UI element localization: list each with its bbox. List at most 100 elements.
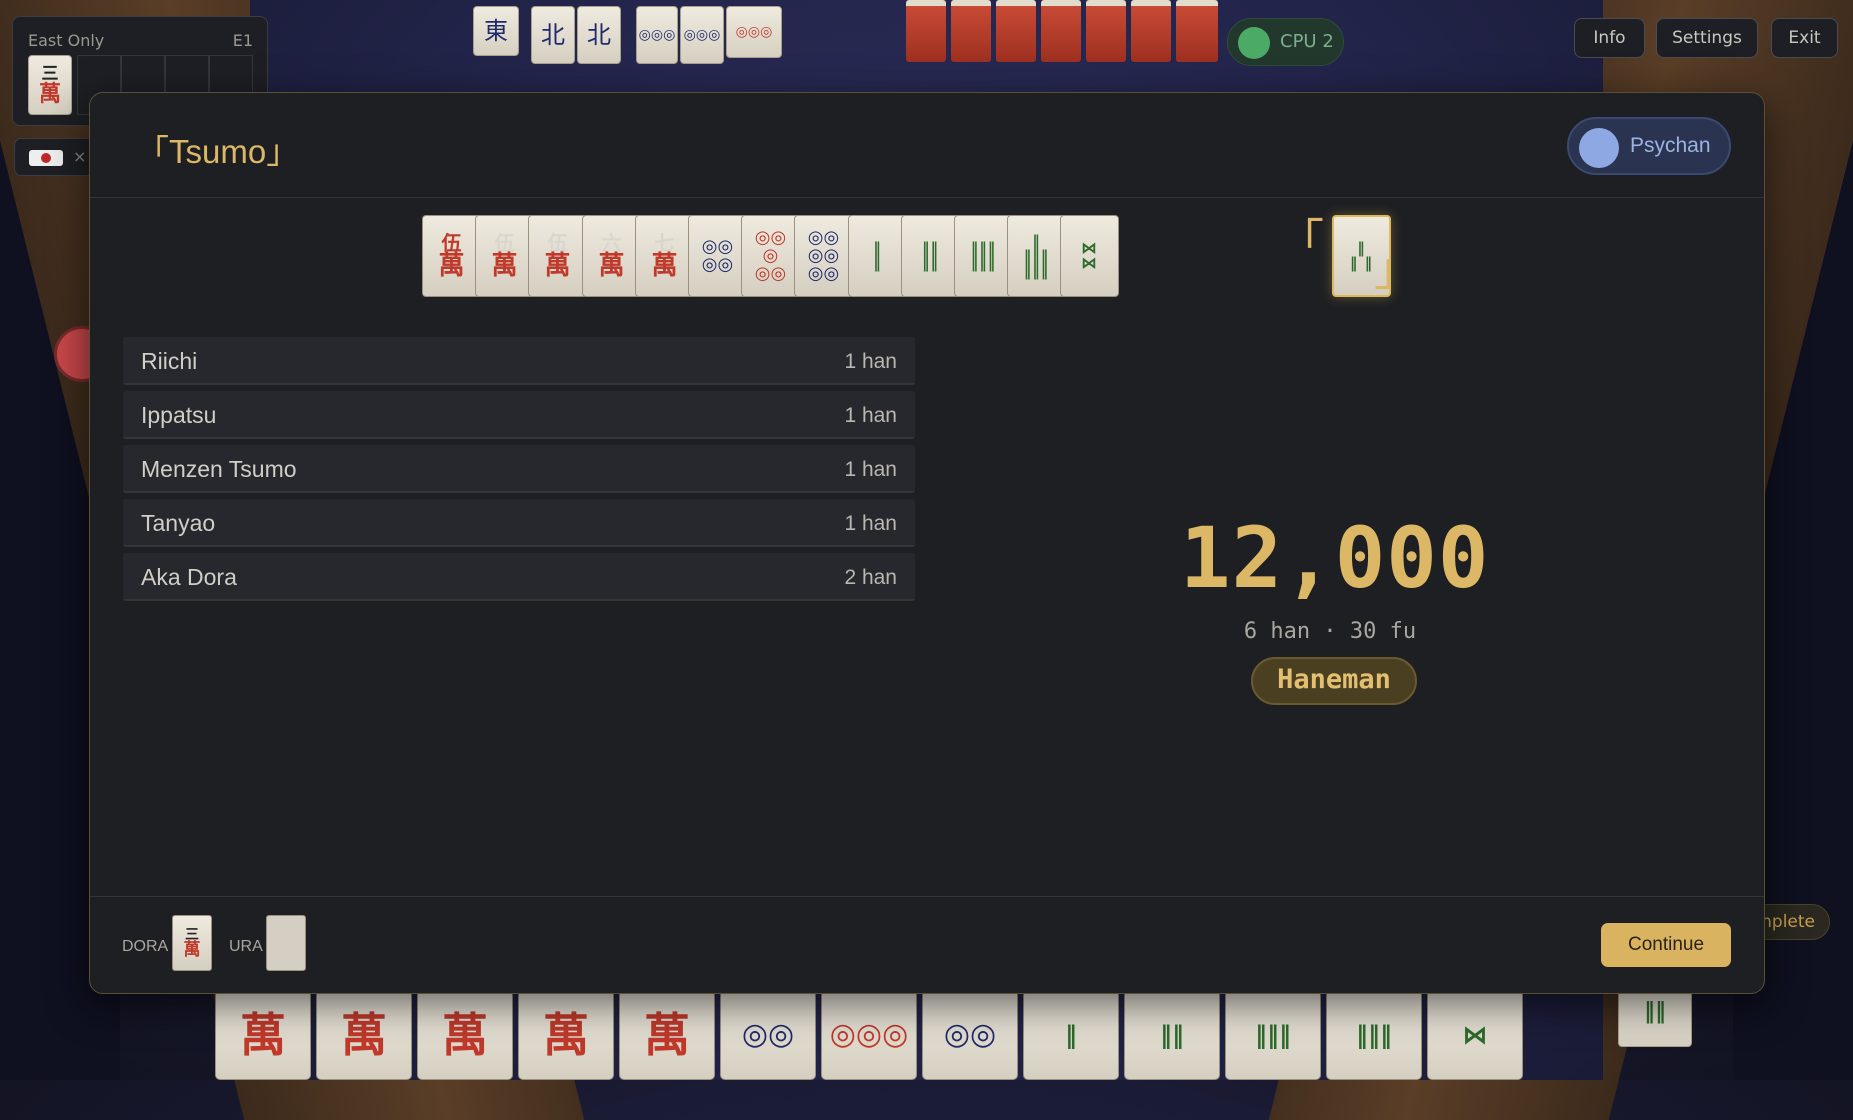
yaku-han: 1 han bbox=[844, 512, 897, 535]
round-dora-tile: 三 萬 bbox=[28, 55, 72, 115]
sou-pattern: ⋈ ⋈ bbox=[1081, 239, 1098, 272]
player-hand-tile[interactable]: ‖‖ bbox=[1124, 990, 1220, 1080]
player-hand-tile[interactable]: 萬 bbox=[215, 990, 311, 1080]
pin-pattern: ◎◎ ◎◎ ◎◎ bbox=[807, 227, 840, 284]
hand-tile: 伍萬 bbox=[475, 215, 534, 297]
winner-chip: Psychan bbox=[1567, 117, 1731, 175]
ura-dora-label: URA bbox=[229, 938, 263, 955]
han-fu-detail: 6 han · 30 fu bbox=[1243, 619, 1417, 644]
dora-label: DORA bbox=[122, 938, 169, 955]
player-hand-tile[interactable]: ‖ bbox=[1023, 990, 1119, 1080]
hand-tile: 六萬 bbox=[582, 215, 641, 297]
tile-number: 伍 bbox=[494, 231, 515, 255]
hand-tile: ◎◎ ◎ ◎◎ bbox=[741, 215, 800, 297]
yaku-row: Ippatsu 1 han bbox=[123, 391, 915, 439]
tile-suit: 萬 bbox=[651, 251, 678, 281]
player-hand-tile[interactable]: 萬 bbox=[518, 990, 614, 1080]
player-hand-tile[interactable]: 萬 bbox=[417, 990, 513, 1080]
yaku-name: Riichi bbox=[141, 348, 198, 374]
hand-tile: ‖ ‖ bbox=[848, 215, 907, 297]
tile-back bbox=[906, 0, 946, 62]
yaku-row: Tanyao 1 han bbox=[123, 499, 915, 547]
yaku-name: Tanyao bbox=[141, 510, 216, 536]
dialog-footer: DORA 三 萬 URA Continue bbox=[90, 896, 1764, 993]
sou-pattern: ‖‖‖ bbox=[1255, 1020, 1291, 1049]
pin-pattern: ◎◎ ◎◎ bbox=[701, 236, 734, 275]
tile-suit: 萬 bbox=[598, 251, 625, 281]
win-result-dialog: 「Tsumo」 Psychan 伍萬伍萬伍萬六萬七萬 ◎◎ ◎◎ ◎◎ ◎ ◎◎ ◎◎… bbox=[89, 92, 1765, 994]
avatar bbox=[1579, 128, 1619, 168]
yaku-row: Menzen Tsumo 1 han bbox=[123, 445, 915, 493]
meld-tile: ◎◎◎ bbox=[726, 6, 782, 58]
tile-suit: 萬 bbox=[491, 251, 518, 281]
tile-number: 伍 bbox=[547, 231, 568, 255]
sou-pattern: ‖ ‖‖‖ ‖‖‖ bbox=[1023, 231, 1050, 280]
sou-pattern: ‖‖ bbox=[1160, 1020, 1184, 1049]
tile-back bbox=[951, 0, 991, 62]
tile-back bbox=[1041, 0, 1081, 62]
hand-tile: 七萬 bbox=[635, 215, 694, 297]
continue-button[interactable]: Continue bbox=[1601, 923, 1731, 967]
tile-suit: 萬 bbox=[341, 1008, 387, 1062]
tile-number: 七 bbox=[654, 231, 675, 255]
sou-pattern: ‖‖‖ ‖‖‖ bbox=[970, 239, 997, 272]
tile-number: 伍 bbox=[441, 231, 462, 255]
pin-pattern: ◎◎◎ bbox=[829, 1017, 909, 1052]
tile-back bbox=[996, 0, 1036, 62]
meld-tile: 北 bbox=[531, 6, 575, 64]
yaku-row: Aka Dora 2 han bbox=[123, 553, 915, 601]
tile-suit: 萬 bbox=[438, 251, 465, 281]
settings-button[interactable]: Settings bbox=[1656, 18, 1758, 58]
hand-tile: 伍萬 bbox=[528, 215, 587, 297]
player-hand-tile[interactable]: ◎◎◎ bbox=[821, 990, 917, 1080]
round-label: East Only bbox=[28, 31, 105, 50]
pin-pattern: ◎◎ ◎ ◎◎ bbox=[754, 227, 787, 284]
tile-number: 六 bbox=[601, 231, 622, 255]
info-button[interactable]: Info bbox=[1574, 18, 1645, 58]
yaku-name: Menzen Tsumo bbox=[141, 456, 297, 482]
winning-tile-bracket-close: 」 bbox=[1374, 242, 1420, 296]
player-hand-tile[interactable]: ◎◎ bbox=[922, 990, 1018, 1080]
avatar bbox=[1238, 27, 1270, 59]
yaku-name: Aka Dora bbox=[141, 564, 237, 590]
player-hand-tile[interactable]: ‖‖‖ bbox=[1225, 990, 1321, 1080]
meld-tile: ◎◎◎ bbox=[680, 6, 724, 64]
sou-pattern: ‖ ‖ bbox=[873, 239, 882, 272]
player-hand-tile[interactable]: ⋈ bbox=[1427, 990, 1523, 1080]
close-icon[interactable]: × bbox=[73, 147, 86, 166]
tile-suit: 萬 bbox=[183, 939, 201, 960]
exit-button[interactable]: Exit bbox=[1771, 18, 1838, 58]
player-hand-tile[interactable]: 萬 bbox=[316, 990, 412, 1080]
tile-suit: 萬 bbox=[38, 80, 61, 107]
sou-pattern: ⋈ bbox=[1463, 1020, 1487, 1049]
player-hand-tile[interactable]: ‖‖‖ bbox=[1326, 990, 1422, 1080]
tile-number: 三 bbox=[41, 63, 59, 84]
dialog-header: 「Tsumo」 Psychan bbox=[90, 93, 1764, 198]
player-hand-tile[interactable]: ◎◎ bbox=[720, 990, 816, 1080]
opponent-name: CPU 2 bbox=[1280, 31, 1334, 52]
yaku-han: 1 han bbox=[844, 458, 897, 481]
sou-pattern: ‖ bbox=[1065, 1020, 1077, 1049]
tile-back bbox=[1131, 0, 1171, 62]
hand-tile: ‖ ‖‖‖ ‖‖‖ bbox=[1007, 215, 1066, 297]
tile-suit: 萬 bbox=[240, 1008, 286, 1062]
yaku-han: 2 han bbox=[844, 566, 897, 589]
winning-tile-bracket-open: 「 bbox=[1278, 214, 1324, 268]
opponent-cpu2-chip: CPU 2 bbox=[1227, 18, 1344, 66]
meld-tile: 北 bbox=[577, 6, 621, 64]
meld-tile: 東 bbox=[473, 6, 519, 56]
language-chip[interactable]: × bbox=[14, 138, 94, 176]
meld-tile: ◎◎◎ bbox=[636, 6, 678, 64]
player-hand-tile[interactable]: 萬 bbox=[619, 990, 715, 1080]
winner-name: Psychan bbox=[1630, 134, 1711, 157]
tile-suit: 萬 bbox=[543, 1008, 589, 1062]
hand-tile: 伍萬 bbox=[422, 215, 481, 297]
yaku-list: Riichi 1 han Ippatsu 1 han Menzen Tsumo 1 han… bbox=[123, 337, 915, 607]
score-value: 12,000 bbox=[1180, 509, 1490, 607]
yaku-han: 1 han bbox=[844, 404, 897, 427]
pin-pattern: ◎◎ bbox=[943, 1017, 997, 1052]
round-id: E1 bbox=[232, 31, 253, 50]
sou-pattern: ‖‖‖ bbox=[1356, 1020, 1392, 1049]
hand-tile: ◎◎ ◎◎ bbox=[688, 215, 747, 297]
tile-back bbox=[1176, 0, 1218, 62]
